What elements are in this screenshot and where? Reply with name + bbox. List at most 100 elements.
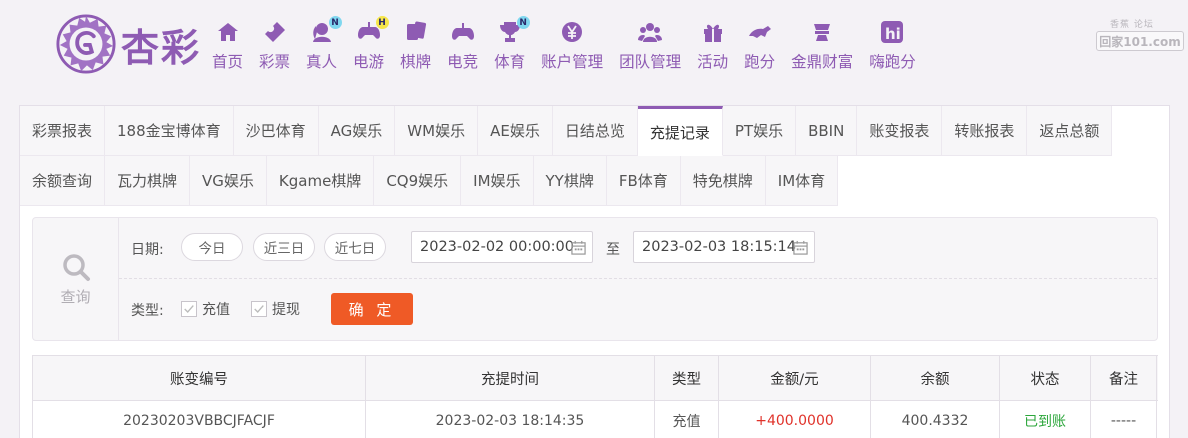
withdraw-checkbox[interactable]: 提现: [251, 299, 300, 319]
top-header: 杏彩 首页 彩票 N 真人 H 电游 棋牌 电竞 N 体育 账户管理 团队管理 活动 跑分 金鼎财富 hi 嗨跑…: [0, 0, 1188, 94]
tab-tabs_row2-8[interactable]: 特免棋牌: [680, 156, 766, 206]
new-badge: N: [516, 16, 530, 29]
column-header: 类型: [655, 356, 719, 400]
nav-item-2[interactable]: N 真人: [298, 16, 345, 72]
tab-tabs_row1-3[interactable]: AG娱乐: [318, 106, 396, 156]
last-7-days-button[interactable]: 近七日: [324, 233, 386, 261]
date-label: 日期:: [131, 242, 164, 258]
table-row[interactable]: 20230203VBBCJFACJF 2023-02-03 18:14:35 充值 +…: [32, 401, 1158, 438]
tab-tabs_row1-7[interactable]: 充提记录: [637, 106, 723, 156]
nav-label: 团队管理: [619, 53, 682, 71]
column-header: 备注: [1091, 356, 1157, 400]
search-icon: [62, 253, 90, 281]
tab-tabs_row2-5[interactable]: IM娱乐: [461, 156, 534, 206]
tab-tabs_row1-12[interactable]: 返点总额: [1027, 106, 1113, 156]
nav-label: 彩票: [259, 53, 291, 71]
date-row: 日期: 今日 近三日 近七日 2023-02-02 00:00:00 至 202…: [119, 218, 1157, 279]
tab-tabs_row1-5[interactable]: AE娱乐: [478, 106, 553, 156]
tab-tabs_row1-1[interactable]: 188金宝博体育: [105, 106, 234, 156]
start-date-value: 2023-02-02 00:00:00: [420, 239, 574, 255]
table-header: 账变编号 充提时间 类型 金额/元 余额 状态 备注: [32, 355, 1158, 401]
tab-tabs_row1-11[interactable]: 转账报表: [942, 106, 1028, 156]
column-header: 余额: [871, 356, 1000, 400]
nav-item-8[interactable]: 团队管理: [611, 18, 689, 72]
tab-tabs_row1-2[interactable]: 沙巴体育: [233, 106, 319, 156]
today-button[interactable]: 今日: [181, 233, 243, 261]
tab-tabs_row2-1[interactable]: 瓦力棋牌: [105, 156, 191, 206]
column-header: 账变编号: [33, 356, 366, 400]
watermark-top-text: 香蕉 论坛: [1110, 20, 1154, 30]
deposit-checkbox[interactable]: 充值: [181, 299, 230, 319]
hi-icon: hi: [878, 18, 906, 46]
confirm-button[interactable]: 确 定: [331, 293, 413, 325]
wealth-icon: [808, 18, 836, 46]
trophy-icon: N: [496, 16, 530, 46]
tab-row-2: 余额查询 瓦力棋牌 VG娱乐 Kgame棋牌 CQ9娱乐 IM娱乐 YY棋牌 FB体育 特免棋牌…: [20, 156, 839, 206]
end-date-value: 2023-02-03 18:15:14: [642, 239, 796, 255]
tab-tabs_row2-4[interactable]: CQ9娱乐: [374, 156, 462, 206]
nav-label: 账户管理: [541, 53, 604, 71]
nav-item-1[interactable]: 彩票: [251, 18, 298, 72]
nav-item-7[interactable]: 账户管理: [533, 18, 611, 72]
svg-text:hi: hi: [885, 25, 901, 43]
tab-tabs_row2-9[interactable]: IM体育: [765, 156, 839, 206]
filter-box: 查询 日期: 今日 近三日 近七日 2023-02-02 00:00:00 至 …: [32, 217, 1158, 341]
column-header: 金额/元: [719, 356, 871, 400]
end-date-input[interactable]: 2023-02-03 18:15:14: [633, 231, 815, 263]
table-cell: +400.0000: [719, 401, 871, 438]
logo-emblem-icon: [56, 14, 116, 74]
tab-tabs_row1-6[interactable]: 日结总览: [552, 106, 638, 156]
checkmark-icon: [181, 301, 197, 317]
withdraw-label: 提现: [272, 302, 300, 318]
column-header: 状态: [1000, 356, 1091, 400]
tab-tabs_row1-9[interactable]: BBIN: [796, 106, 858, 156]
tab-tabs_row1-0[interactable]: 彩票报表: [20, 106, 106, 156]
query-label: 查询: [60, 287, 91, 306]
tab-tabs_row2-3[interactable]: Kgame棋牌: [266, 156, 375, 206]
nav-item-6[interactable]: N 体育: [486, 16, 533, 72]
table-cell: 2023-02-03 18:14:35: [366, 401, 655, 438]
tab-tabs_row2-7[interactable]: FB体育: [606, 156, 681, 206]
nav-label: 棋牌: [400, 53, 432, 71]
tab-tabs_row2-6[interactable]: YY棋牌: [533, 156, 607, 206]
last-3-days-button[interactable]: 近三日: [253, 233, 315, 261]
nav-item-0[interactable]: 首页: [204, 18, 251, 72]
tab-tabs_row2-2[interactable]: VG娱乐: [190, 156, 267, 206]
brand-logo[interactable]: 杏彩: [55, 13, 201, 75]
nav-label: 跑分: [744, 53, 776, 71]
main-nav: 首页 彩票 N 真人 H 电游 棋牌 电竞 N 体育 账户管理 团队管理 活动 跑分 金鼎财富 hi 嗨跑分: [204, 16, 924, 72]
nav-label: 电竞: [447, 53, 479, 71]
tab-tabs_row1-8[interactable]: PT娱乐: [722, 106, 797, 156]
brand-name: 杏彩: [121, 24, 202, 70]
to-label: 至: [606, 242, 620, 258]
nav-label: 首页: [212, 53, 244, 71]
tab-tabs_row2-0[interactable]: 余额查询: [20, 156, 106, 206]
type-label: 类型:: [131, 303, 164, 319]
nav-label: 嗨跑分: [869, 53, 916, 71]
report-tabs: 彩票报表 188金宝博体育 沙巴体育 AG娱乐 WM娱乐 AE娱乐 日结总览 充提记录 PT娱乐…: [20, 106, 1171, 206]
home-icon: [214, 18, 242, 46]
nav-item-12[interactable]: hi 嗨跑分: [861, 18, 924, 72]
nav-item-10[interactable]: 跑分: [736, 18, 783, 72]
nav-item-5[interactable]: 电竞: [439, 18, 486, 72]
table-cell: 充值: [655, 401, 719, 438]
calendar-icon[interactable]: [571, 240, 586, 255]
nav-label: 活动: [697, 53, 729, 71]
nav-item-9[interactable]: 活动: [689, 18, 736, 72]
nav-item-3[interactable]: H 电游: [345, 16, 392, 72]
report-panel: 彩票报表 188金宝博体育 沙巴体育 AG娱乐 WM娱乐 AE娱乐 日结总览 充提记录 PT娱乐…: [19, 105, 1170, 438]
nav-item-11[interactable]: 金鼎财富: [783, 18, 861, 72]
type-row: 类型: 充值 提现 确 定: [119, 279, 1157, 340]
nav-label: 真人: [306, 53, 338, 71]
gift-icon: [699, 18, 727, 46]
start-date-input[interactable]: 2023-02-02 00:00:00: [411, 231, 593, 263]
tab-tabs_row1-10[interactable]: 账变报表: [857, 106, 943, 156]
tab-tabs_row1-4[interactable]: WM娱乐: [395, 106, 479, 156]
nav-item-4[interactable]: 棋牌: [392, 18, 439, 72]
calendar-icon[interactable]: [793, 240, 808, 255]
esports-controller-icon: [449, 18, 477, 46]
deposit-label: 充值: [202, 302, 230, 318]
running-icon: [746, 18, 774, 46]
team-icon: [636, 18, 664, 46]
new-badge: N: [328, 16, 342, 29]
